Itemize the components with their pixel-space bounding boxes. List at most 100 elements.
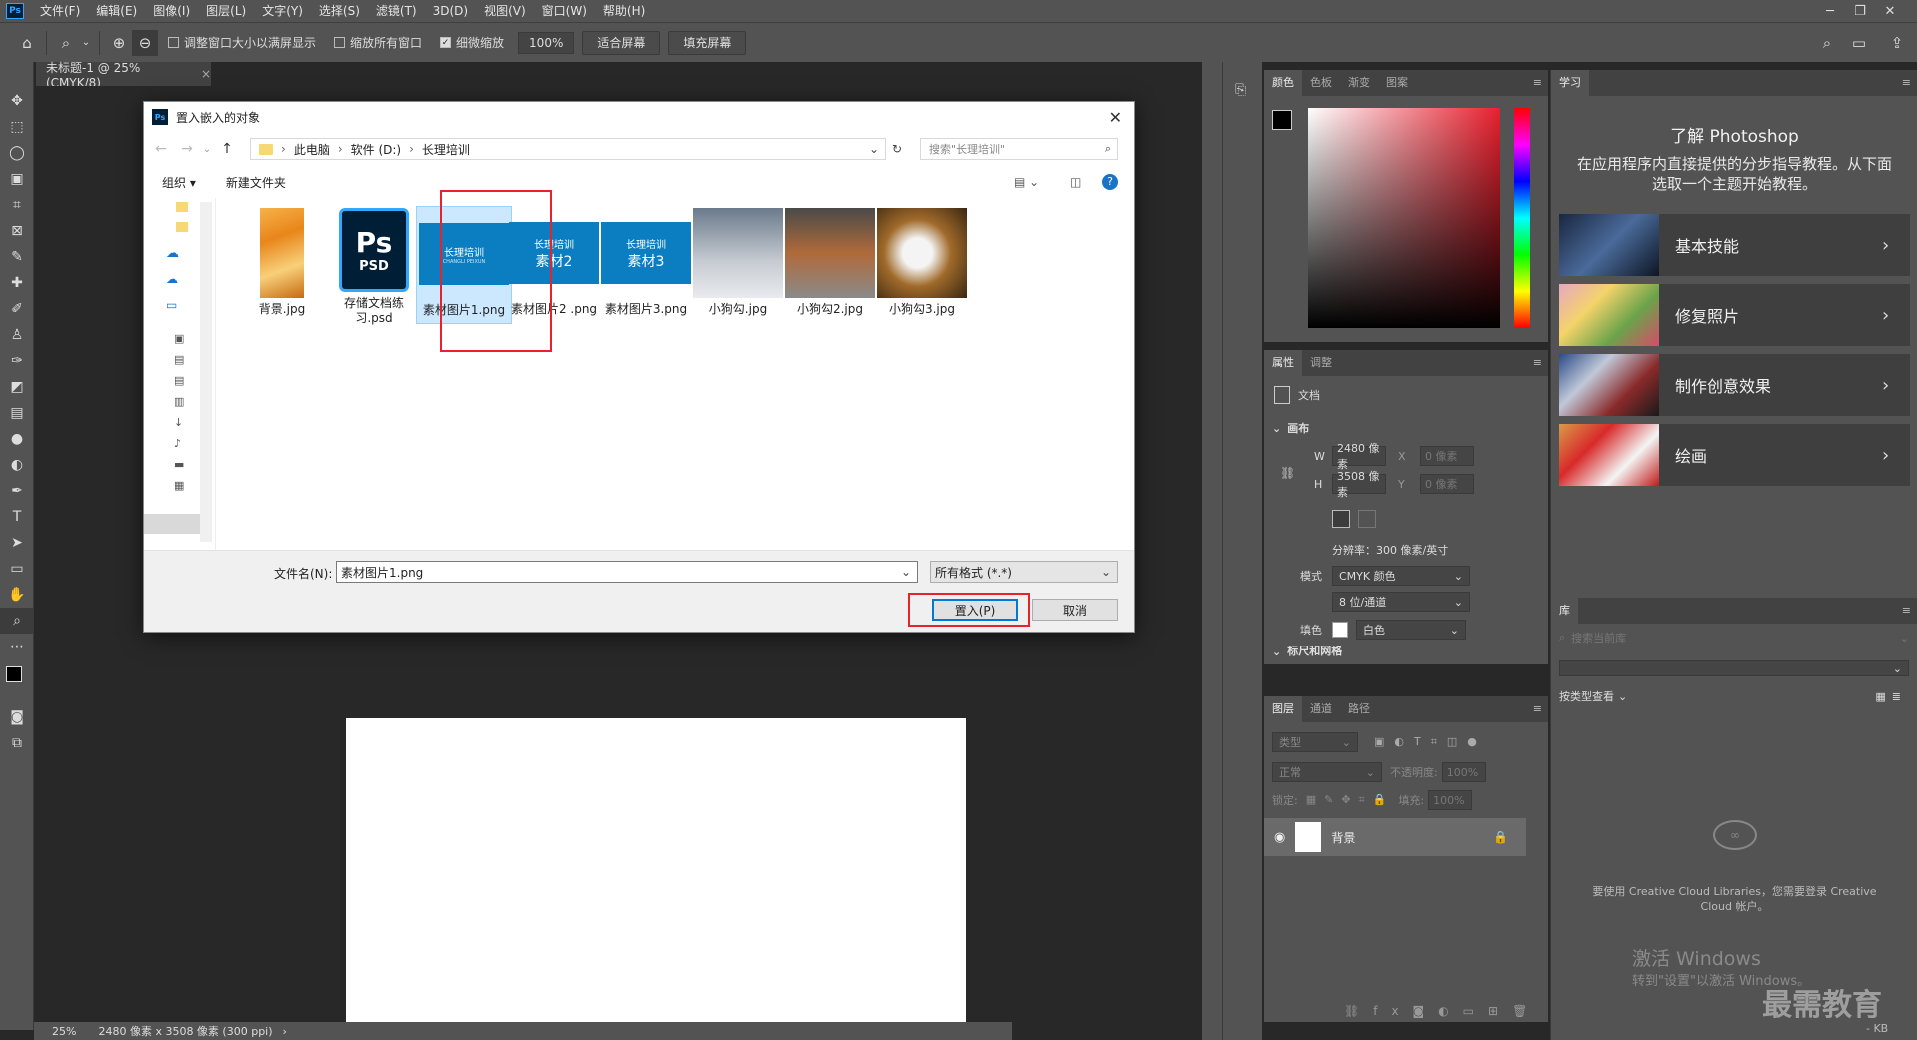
- organize-menu[interactable]: 组织 ▾: [162, 174, 196, 191]
- panel-menu-icon[interactable]: ≡: [1533, 76, 1542, 89]
- layer-actions[interactable]: ⛓fx◙◐▭⊞🗑: [1344, 1004, 1541, 1018]
- wps-icon[interactable]: ☁: [166, 272, 178, 286]
- panel-tab[interactable]: 路径: [1340, 696, 1378, 722]
- panel-tab[interactable]: 图案: [1378, 70, 1416, 96]
- zoom-tool-icon[interactable]: ⌕: [53, 30, 79, 56]
- vertical-scrollbar[interactable]: [1202, 62, 1222, 1040]
- nav-tree-icons[interactable]: ▣ ▤ ▤ ▥ ↓ ♪ ▬ ▦: [174, 328, 184, 496]
- menu-item[interactable]: 图层(L): [198, 0, 254, 22]
- learn-card-basics[interactable]: 基本技能 ›: [1559, 214, 1910, 276]
- file-item[interactable]: Ps PSD 存储文档练习.psd: [326, 206, 422, 325]
- learn-card-fix-photos[interactable]: 修复照片 ›: [1559, 284, 1910, 346]
- healing-tool-icon[interactable]: ✚: [0, 270, 34, 296]
- chevron-down-icon[interactable]: ⌄: [869, 142, 879, 156]
- tab-library[interactable]: 库: [1551, 598, 1578, 624]
- y-field[interactable]: 0 像素: [1420, 474, 1474, 494]
- layer-row[interactable]: ◉ 背景 🔒: [1264, 818, 1526, 856]
- lasso-tool-icon[interactable]: ◯: [0, 140, 34, 166]
- object-select-tool-icon[interactable]: ▣: [0, 166, 34, 192]
- eyedropper-tool-icon[interactable]: ✎: [0, 244, 34, 270]
- dialog-search-box[interactable]: 搜索"长理培训" ⌕: [920, 138, 1118, 160]
- breadcrumb-item[interactable]: 此电脑: [294, 141, 330, 158]
- fill-field[interactable]: 100%: [1428, 790, 1473, 810]
- close-icon[interactable]: ✕: [1109, 108, 1122, 127]
- type-tool-icon[interactable]: T: [0, 504, 34, 530]
- back-icon[interactable]: ←: [148, 141, 174, 157]
- portrait-icon[interactable]: [1332, 510, 1350, 528]
- color-field[interactable]: [1308, 108, 1500, 328]
- up-icon[interactable]: ↑: [214, 141, 240, 157]
- crop-tool-icon[interactable]: ⌗: [0, 192, 34, 218]
- chevron-down-icon[interactable]: ⌄: [200, 144, 214, 155]
- lock-icons[interactable]: ▦✎✥⌗🔒: [1306, 793, 1395, 807]
- dodge-tool-icon[interactable]: ◐: [0, 452, 34, 478]
- library-select[interactable]: ⌄: [1559, 660, 1909, 676]
- restore-icon[interactable]: ❐: [1845, 0, 1875, 22]
- view-toggle-icons[interactable]: ▦≣: [1875, 690, 1907, 703]
- refresh-icon[interactable]: ↻: [892, 142, 902, 156]
- file-item[interactable]: 小狗勾2.jpg: [782, 206, 878, 324]
- address-bar[interactable]: › 此电脑 › 软件 (D:) › 长理培训 ⌄: [250, 138, 886, 160]
- hue-slider[interactable]: [1514, 108, 1530, 328]
- share-icon[interactable]: ⇪: [1884, 30, 1910, 56]
- file-item[interactable]: 长理培训 素材3 素材图片3.png: [598, 206, 694, 324]
- fill-select[interactable]: 白色 ⌄: [1356, 620, 1466, 640]
- landscape-icon[interactable]: [1358, 510, 1376, 528]
- layer-filter-icons[interactable]: ▣◐T⌗◫●: [1374, 735, 1487, 749]
- history-panel-icon[interactable]: ⎘: [1235, 82, 1262, 98]
- link-icon[interactable]: ⛓: [1280, 466, 1295, 480]
- document-canvas[interactable]: [346, 718, 966, 1040]
- view-options-icon[interactable]: ▤ ⌄: [1014, 175, 1039, 189]
- color-swatches[interactable]: [0, 660, 34, 704]
- panel-tab[interactable]: 通道: [1302, 696, 1340, 722]
- folder-icon[interactable]: [176, 202, 188, 212]
- frame-tool-icon[interactable]: ⊠: [0, 218, 34, 244]
- scrubby-zoom-checkbox[interactable]: ✓ 细微缩放: [440, 34, 504, 51]
- layer-filter-select[interactable]: 类型 ⌄: [1272, 732, 1358, 752]
- menu-item[interactable]: 文件(F): [32, 0, 88, 22]
- canvas-section-header[interactable]: ⌄ 画布: [1272, 420, 1309, 436]
- hand-tool-icon[interactable]: ✋: [0, 582, 34, 608]
- opacity-field[interactable]: 100%: [1441, 762, 1486, 782]
- close-tab-icon[interactable]: ×: [201, 67, 211, 81]
- zoom-tool-icon[interactable]: ⌕: [0, 608, 34, 634]
- file-item[interactable]: 小狗勾3.jpg: [874, 206, 970, 324]
- panel-menu-icon[interactable]: ≡: [1533, 356, 1542, 369]
- marquee-tool-icon[interactable]: ⬚: [0, 114, 34, 140]
- new-folder-button[interactable]: 新建文件夹: [226, 174, 286, 191]
- menu-item[interactable]: 视图(V): [476, 0, 534, 22]
- height-field[interactable]: 3508 像素: [1332, 470, 1386, 499]
- home-icon[interactable]: ⌂: [14, 30, 40, 56]
- status-zoom[interactable]: 25%: [52, 1025, 76, 1038]
- mode-select[interactable]: CMYK 颜色 ⌄: [1332, 566, 1470, 586]
- blend-mode-select[interactable]: 正常 ⌄: [1272, 762, 1382, 782]
- quick-mask-icon[interactable]: ◙: [0, 704, 34, 730]
- nav-scrollbar[interactable]: [200, 202, 212, 542]
- width-field[interactable]: 2480 像素: [1332, 442, 1386, 471]
- chevron-down-icon[interactable]: ⌄: [79, 30, 93, 56]
- tab-learn[interactable]: 学习: [1551, 70, 1589, 96]
- x-field[interactable]: 0 像素: [1420, 446, 1474, 466]
- zoom-out-icon[interactable]: ⊖: [132, 29, 158, 56]
- chevron-right-icon[interactable]: ›: [283, 1025, 287, 1038]
- onedrive-icon[interactable]: ☁: [166, 246, 179, 261]
- blur-tool-icon[interactable]: ●: [0, 426, 34, 452]
- learn-card-painting[interactable]: 绘画 ›: [1559, 424, 1910, 486]
- menu-item[interactable]: 滤镜(T): [368, 0, 425, 22]
- gradient-tool-icon[interactable]: ▤: [0, 400, 34, 426]
- panel-tab[interactable]: 调整: [1302, 350, 1340, 376]
- stamp-tool-icon[interactable]: ♙: [0, 322, 34, 348]
- panel-tab[interactable]: 渐变: [1340, 70, 1378, 96]
- folder-icon[interactable]: [176, 222, 188, 232]
- library-search[interactable]: ⌕ 搜索当前库 ⌄: [1559, 630, 1909, 646]
- filename-input[interactable]: 素材图片1.png ⌄: [336, 561, 918, 583]
- menu-item[interactable]: 3D(D): [425, 0, 476, 22]
- panel-tab[interactable]: 图层: [1264, 696, 1302, 722]
- view-by-label[interactable]: 按类型查看: [1559, 688, 1614, 704]
- forward-icon[interactable]: →: [174, 141, 200, 157]
- file-item[interactable]: 小狗勾.jpg: [690, 206, 786, 324]
- chevron-down-icon[interactable]: ⌄: [901, 565, 911, 579]
- rectangle-tool-icon[interactable]: ▭: [0, 556, 34, 582]
- menu-item[interactable]: 选择(S): [311, 0, 368, 22]
- selected-nav-item[interactable]: [144, 514, 200, 534]
